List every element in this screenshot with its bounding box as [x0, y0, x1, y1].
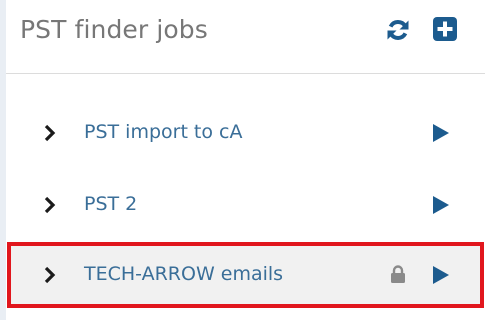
job-item[interactable]: PST 2 — [8, 176, 483, 232]
job-label[interactable]: PST import to cA — [84, 121, 243, 143]
panel-title: PST finder jobs — [20, 15, 208, 44]
job-item-selected[interactable]: TECH-ARROW emails — [7, 242, 484, 308]
job-label[interactable]: TECH-ARROW emails — [84, 263, 283, 285]
add-job-icon[interactable] — [432, 16, 458, 42]
play-icon[interactable] — [432, 195, 450, 215]
play-icon[interactable] — [432, 265, 450, 285]
chevron-right-icon[interactable] — [43, 196, 57, 214]
job-item[interactable]: PST import to cA — [8, 104, 483, 160]
lock-icon — [391, 265, 405, 283]
chevron-right-icon[interactable] — [43, 266, 57, 284]
panel-header: PST finder jobs — [6, 0, 485, 74]
pst-finder-jobs-panel: PST finder jobs PST import to cA PST 2 T… — [6, 0, 485, 320]
refresh-icon[interactable] — [385, 17, 411, 43]
chevron-right-icon[interactable] — [43, 124, 57, 142]
play-icon[interactable] — [432, 123, 450, 143]
job-label[interactable]: PST 2 — [84, 193, 137, 215]
